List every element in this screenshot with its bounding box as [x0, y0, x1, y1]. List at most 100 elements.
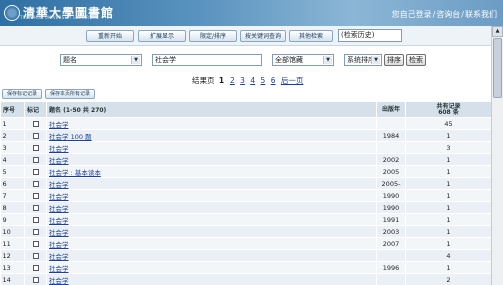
expand-display-button[interactable]: 扩展显示	[138, 30, 186, 42]
row-title-cell: 社会学	[46, 153, 377, 166]
title-link[interactable]: 社会学	[49, 145, 69, 153]
row-count[interactable]: 2	[405, 273, 492, 285]
row-count[interactable]: 1	[405, 261, 492, 274]
table-row: 14 社会学 2	[0, 273, 492, 285]
page-link[interactable]: 4	[250, 76, 255, 85]
row-checkbox[interactable]	[32, 144, 39, 151]
keyword-search-button[interactable]: 按关键词查询	[240, 30, 286, 42]
vertical-scrollbar[interactable]: ▲	[491, 26, 503, 285]
row-mark-cell	[24, 141, 47, 154]
help-desk-link[interactable]: 咨询台	[436, 10, 460, 19]
sort-button[interactable]: 排序	[384, 54, 404, 66]
row-year: 1991	[376, 213, 406, 226]
row-number: 13	[0, 261, 25, 274]
page-link[interactable]: 2	[230, 76, 235, 85]
row-checkbox[interactable]	[32, 216, 39, 223]
search-button[interactable]: 检索	[406, 54, 426, 66]
row-checkbox[interactable]	[32, 276, 39, 283]
chevron-down-icon: ▼	[131, 56, 140, 64]
login-link[interactable]: 您自己登录	[392, 10, 432, 19]
title-link[interactable]: 社会学	[49, 253, 69, 261]
row-count[interactable]: 3	[405, 141, 492, 154]
col-year[interactable]: 出版年	[376, 101, 406, 118]
row-count[interactable]: 1	[405, 225, 492, 238]
row-checkbox[interactable]	[32, 168, 39, 175]
row-title-cell: 社会学 : 基本读本	[46, 165, 377, 178]
title-link[interactable]: 社会学	[49, 121, 69, 129]
library-logo[interactable]: 清華大學圖書館	[4, 3, 114, 23]
title-link[interactable]: 社会学	[49, 241, 69, 249]
row-title-cell: 社会学	[46, 177, 377, 190]
table-row: 11 社会学 2007 1	[0, 237, 492, 250]
title-link[interactable]: 社会学	[49, 229, 69, 237]
row-checkbox[interactable]	[32, 204, 39, 211]
row-checkbox[interactable]	[32, 264, 39, 271]
page-link[interactable]: 6	[271, 76, 276, 85]
restart-button[interactable]: 重新开始	[86, 30, 134, 42]
contact-link[interactable]: 联系我们	[465, 10, 497, 19]
row-count[interactable]: 1	[405, 213, 492, 226]
page-link[interactable]: 5	[261, 76, 266, 85]
row-count[interactable]: 45	[405, 117, 492, 130]
field-select[interactable]: 题名 ▼	[60, 54, 142, 66]
row-checkbox[interactable]	[32, 192, 39, 199]
row-title-cell: 社会学	[46, 261, 377, 274]
next-page-link[interactable]: 后一页	[281, 76, 304, 85]
limit-sort-button[interactable]: 限定/排序	[189, 30, 237, 42]
save-page-button[interactable]: 保存本页所有记录	[45, 89, 95, 99]
row-count[interactable]: 4	[405, 249, 492, 262]
row-number: 4	[0, 153, 25, 166]
current-page: 1	[218, 76, 225, 85]
row-number: 14	[0, 273, 25, 285]
row-title-cell: 社会学	[46, 201, 377, 214]
row-title-cell: 社会学	[46, 117, 377, 130]
row-checkbox[interactable]	[32, 156, 39, 163]
title-link[interactable]: 社会学 : 基本读本	[49, 169, 101, 177]
other-search-button[interactable]: 其他检索	[289, 30, 333, 42]
row-checkbox[interactable]	[32, 240, 39, 247]
scroll-up-icon[interactable]: ▲	[492, 26, 503, 37]
row-count[interactable]: 1	[405, 165, 492, 178]
col-title[interactable]: 题名 (1-50 共 270)	[46, 101, 377, 118]
scroll-thumb[interactable]	[493, 38, 502, 98]
title-link[interactable]: 社会学	[49, 193, 69, 201]
row-count[interactable]: 1	[405, 189, 492, 202]
table-row: 7 社会学 1990 1	[0, 189, 492, 202]
row-mark-cell	[24, 261, 47, 274]
row-count[interactable]: 1	[405, 153, 492, 166]
row-year: 2002	[376, 153, 406, 166]
page-link[interactable]: 3	[240, 76, 245, 85]
row-mark-cell	[24, 201, 47, 214]
row-count[interactable]: 1	[405, 201, 492, 214]
table-row: 5 社会学 : 基本读本 2005 1	[0, 165, 492, 178]
collection-select[interactable]: 全部馆藏 ▼	[272, 54, 334, 66]
row-mark-cell	[24, 129, 47, 142]
title-link[interactable]: 社会学	[49, 265, 69, 273]
row-checkbox[interactable]	[32, 252, 39, 259]
title-link[interactable]: 社会学 100 题	[49, 133, 92, 141]
table-row: 13 社会学 1996 1	[0, 261, 492, 274]
sort-select[interactable]: 系统排序 ▼	[344, 54, 382, 66]
row-count[interactable]: 1	[405, 177, 492, 190]
row-mark-cell	[24, 153, 47, 166]
row-mark-cell	[24, 165, 47, 178]
table-row: 8 社会学 1990 1	[0, 201, 492, 214]
title-link[interactable]: 社会学	[49, 205, 69, 213]
title-link[interactable]: 社会学	[49, 277, 69, 285]
col-seq: 序号	[0, 101, 25, 118]
row-checkbox[interactable]	[32, 120, 39, 127]
search-input[interactable]: 社会学	[152, 54, 262, 66]
row-year	[376, 141, 406, 154]
search-history-select[interactable]: (检索历史)	[338, 29, 402, 42]
row-checkbox[interactable]	[32, 132, 39, 139]
title-link[interactable]: 社会学	[49, 181, 69, 189]
row-number: 9	[0, 213, 25, 226]
row-count[interactable]: 1	[405, 237, 492, 250]
top-links: 您自己登录/咨询台/联系我们	[391, 10, 497, 19]
title-link[interactable]: 社会学	[49, 157, 69, 165]
row-count[interactable]: 1	[405, 129, 492, 142]
row-checkbox[interactable]	[32, 228, 39, 235]
save-marked-button[interactable]: 保存标记记录	[2, 89, 42, 99]
title-link[interactable]: 社会学	[49, 217, 69, 225]
row-checkbox[interactable]	[32, 180, 39, 187]
